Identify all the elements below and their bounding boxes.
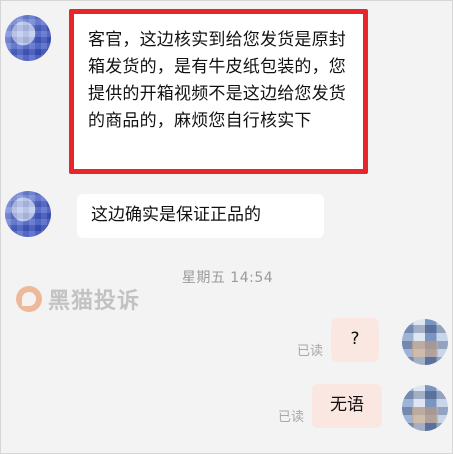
message-text: 无语 — [330, 395, 364, 415]
merchant-avatar[interactable] — [5, 15, 51, 61]
user-avatar[interactable] — [402, 319, 448, 365]
cat-logo-icon — [16, 286, 42, 312]
highlighted-message-bubble[interactable]: 客官，这边核实到给您发货是原封箱发货的，是有牛皮纸包装的，您提供的开箱视频不是这… — [69, 9, 368, 174]
message-text: 客官，这边核实到给您发货是原封箱发货的，是有牛皮纸包装的，您提供的开箱视频不是这… — [88, 30, 346, 131]
message-bubble[interactable]: 无语 — [312, 384, 382, 428]
message-text: ? — [350, 329, 360, 349]
message-bubble[interactable]: ? — [331, 318, 379, 362]
read-status: 已读 — [297, 344, 324, 359]
watermark-text: 黑猫投诉 — [48, 289, 141, 314]
watermark: 黑猫投诉 — [16, 284, 140, 314]
merchant-avatar[interactable] — [5, 191, 51, 237]
read-status: 已读 — [278, 410, 305, 425]
message-text: 这边确实是保证正品的 — [91, 205, 261, 225]
message-bubble[interactable]: 这边确实是保证正品的 — [77, 194, 324, 238]
chat-window: 客官，这边核实到给您发货是原封箱发货的，是有牛皮纸包装的，您提供的开箱视频不是这… — [0, 0, 453, 454]
user-avatar[interactable] — [402, 385, 448, 431]
